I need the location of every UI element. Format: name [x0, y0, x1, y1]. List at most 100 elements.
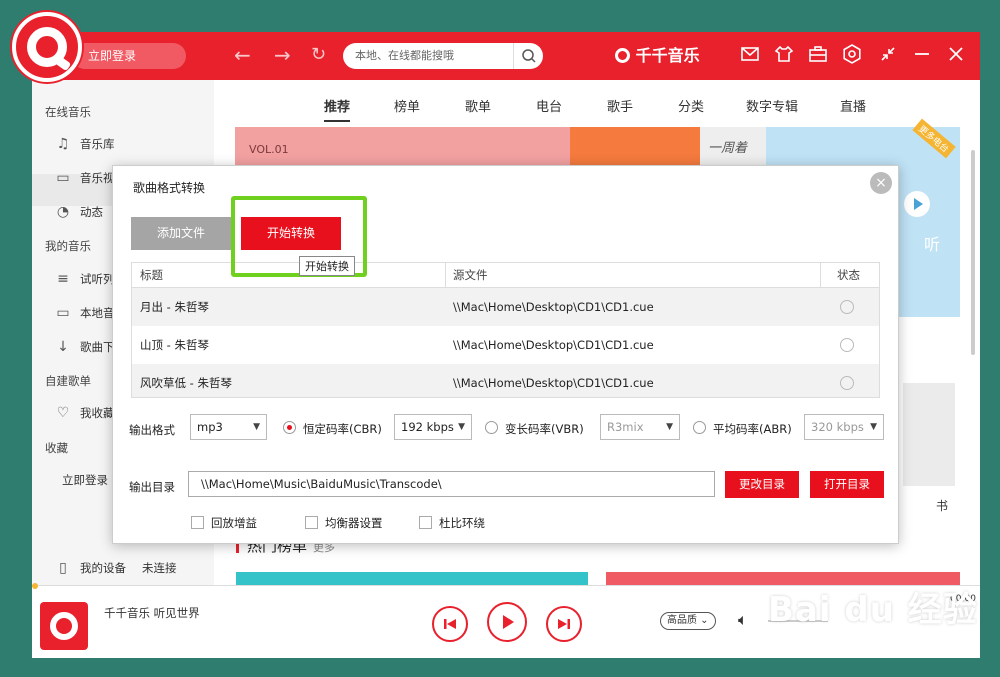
tab-songlists[interactable]: 歌单: [465, 96, 491, 115]
close-icon[interactable]: [946, 44, 966, 71]
app-logo: [12, 12, 82, 82]
computer-icon: ▭: [56, 305, 70, 321]
tab-live[interactable]: 直播: [840, 96, 866, 115]
banner-play-icon[interactable]: [904, 191, 930, 217]
player-cover[interactable]: [40, 602, 88, 650]
chart-card-teal[interactable]: [236, 572, 588, 585]
col-divider: [445, 263, 446, 287]
dropdown-arrow-icon: ▼: [458, 422, 465, 432]
minimize-icon[interactable]: [912, 44, 932, 71]
vbr-select[interactable]: R3mix ▼: [600, 414, 680, 440]
play-button[interactable]: [487, 602, 527, 642]
col-header-source[interactable]: 源文件: [453, 263, 813, 287]
sidebar-section-custom: 自建歌单: [45, 374, 91, 388]
format-convert-dialog: 歌曲格式转换 × 添加文件 开始转换 开始转换 标题 源文件 状态 月出 - 朱…: [112, 165, 899, 544]
brand-logo: 千千音乐: [615, 45, 700, 67]
replay-gain-checkbox[interactable]: [191, 516, 204, 529]
search-placeholder: 本地、在线都能搜哦: [355, 49, 454, 62]
cbr-radio[interactable]: [283, 421, 296, 434]
phone-icon: ▯: [59, 560, 67, 576]
table-row[interactable]: 山顶 - 朱哲琴 \\Mac\Home\Desktop\CD1\CD1.cue: [132, 326, 879, 364]
sidebar-item-download[interactable]: ↓ 歌曲下: [54, 338, 114, 356]
cbr-value: 192 kbps: [401, 420, 454, 434]
side-book-label: 书: [936, 499, 949, 513]
sidebar-section-fav: 收藏: [45, 441, 68, 455]
mail-icon[interactable]: [740, 44, 760, 71]
dialog-title: 歌曲格式转换: [133, 181, 206, 195]
output-dir-field[interactable]: \\Mac\Home\Music\BaiduMusic\Transcode\: [188, 471, 715, 497]
dolby-checkbox[interactable]: [419, 516, 432, 529]
toolbox-icon[interactable]: [808, 44, 828, 71]
skin-icon[interactable]: [774, 44, 794, 71]
dolby-label: 杜比环绕: [439, 516, 485, 530]
music-note-icon: ♫: [56, 136, 70, 152]
sidebar-item-favorites[interactable]: ♡ 我收藏: [54, 404, 115, 422]
output-dir-value: \\Mac\Home\Music\BaiduMusic\Transcode\: [201, 477, 442, 491]
next-icon: [558, 619, 570, 629]
heart-icon: ♡: [56, 405, 70, 421]
sidebar-item-music-video[interactable]: ▭ 音乐视: [54, 169, 114, 187]
tab-radio[interactable]: 电台: [536, 96, 562, 115]
open-dir-button[interactable]: 打开目录: [810, 471, 884, 498]
baidu-watermark: Bai du 经验: [768, 590, 978, 630]
banner-week-label: 一周着: [708, 141, 748, 156]
banner-listen-label: 听: [924, 235, 941, 254]
sidebar-item-playlist[interactable]: ≡ 试听列: [54, 270, 114, 288]
tab-digital-albums[interactable]: 数字专辑: [746, 96, 798, 115]
vbr-radio[interactable]: [485, 421, 498, 434]
banner-vol-label: VOL.01: [249, 143, 289, 156]
tab-recommend[interactable]: 推荐: [324, 96, 351, 122]
sidebar-login-link[interactable]: 立即登录: [62, 472, 108, 488]
col-divider: [820, 263, 821, 287]
dropdown-arrow-icon: ▼: [253, 422, 260, 432]
device-status: 未连接: [142, 561, 177, 575]
sidebar-item-device[interactable]: ▯ 我的设备 未连接: [54, 559, 177, 577]
abr-radio[interactable]: [693, 421, 706, 434]
tab-charts[interactable]: 榜单: [394, 96, 420, 115]
table-row[interactable]: 风吹草低 - 朱哲琴 \\Mac\Home\Desktop\CD1\CD1.cu…: [132, 364, 879, 397]
format-select[interactable]: mp3 ▼: [190, 414, 267, 440]
next-button[interactable]: [546, 606, 582, 642]
row-title: 月出 - 朱哲琴: [140, 300, 209, 314]
format-label: 输出格式: [129, 423, 175, 437]
change-dir-button[interactable]: 更改目录: [725, 471, 799, 498]
volume-icon[interactable]: 🔈︎: [738, 610, 748, 630]
abr-select[interactable]: 320 kbps ▼: [804, 414, 884, 440]
dropdown-arrow-icon: ▼: [666, 422, 673, 432]
prev-icon: [444, 619, 456, 629]
sidebar-login-label: 立即登录: [62, 473, 108, 487]
quality-label: 高品质: [667, 615, 697, 626]
sidebar-item-local[interactable]: ▭ 本地音: [54, 304, 114, 322]
add-file-button[interactable]: 添加文件: [131, 217, 231, 250]
cbr-select[interactable]: 192 kbps ▼: [394, 414, 472, 440]
sidebar-item-feed[interactable]: ◔ 动态: [54, 203, 103, 221]
monitor-icon: ▭: [56, 170, 70, 186]
quality-button[interactable]: 高品质 ⌄: [660, 612, 716, 630]
banner-book[interactable]: [903, 383, 955, 486]
progress-knob[interactable]: [32, 583, 38, 589]
equalizer-checkbox[interactable]: [305, 516, 318, 529]
back-icon[interactable]: ←: [234, 44, 251, 66]
start-tooltip: 开始转换: [299, 256, 355, 276]
row-source: \\Mac\Home\Desktop\CD1\CD1.cue: [453, 300, 654, 314]
list-icon: ≡: [57, 271, 69, 287]
settings-icon[interactable]: [842, 44, 862, 71]
search-icon[interactable]: [513, 43, 543, 69]
scrollbar[interactable]: [971, 150, 975, 355]
mini-mode-icon[interactable]: [878, 44, 898, 71]
table-row[interactable]: 月出 - 朱哲琴 \\Mac\Home\Desktop\CD1\CD1.cue: [132, 288, 879, 326]
dialog-close-icon[interactable]: ×: [870, 172, 892, 194]
search-input[interactable]: 本地、在线都能搜哦: [343, 43, 543, 69]
sidebar-item-music-library[interactable]: ♫ 音乐库: [54, 135, 115, 153]
login-button[interactable]: 立即登录: [72, 43, 186, 69]
baidu-watermark-url: jingyan.baidu.com: [790, 625, 901, 639]
vbr-label: 变长码率(VBR): [505, 422, 584, 436]
tab-artists[interactable]: 歌手: [607, 96, 633, 115]
brand-q-icon: [615, 48, 630, 63]
forward-icon[interactable]: →: [274, 44, 291, 66]
col-header-status[interactable]: 状态: [837, 263, 877, 287]
tab-categories[interactable]: 分类: [678, 96, 704, 115]
equalizer-label: 均衡器设置: [325, 516, 383, 530]
prev-button[interactable]: [432, 606, 468, 642]
refresh-icon[interactable]: ↻: [311, 44, 326, 66]
